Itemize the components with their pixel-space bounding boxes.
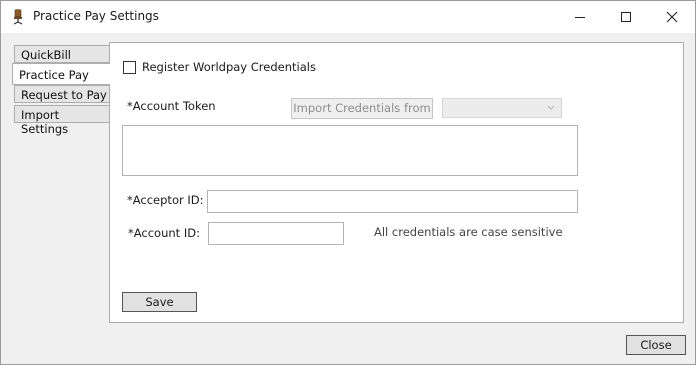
tab-import-settings[interactable]: Import Settings [14, 105, 109, 136]
minimize-button[interactable] [557, 1, 603, 33]
tab-request-to-pay[interactable]: Request to Pay [14, 85, 109, 103]
account-token-label: *Account Token [127, 99, 216, 113]
close-button[interactable]: Close [626, 335, 686, 355]
chair-icon [10, 9, 26, 25]
window-close-button[interactable] [649, 1, 695, 33]
tab-label: Import Settings [21, 108, 69, 136]
practice-pay-panel [109, 42, 684, 323]
import-credentials-button[interactable]: Import Credentials from [291, 98, 433, 119]
save-label: Save [145, 295, 174, 309]
tab-quickbill[interactable]: QuickBill [14, 45, 109, 63]
close-label: Close [640, 338, 672, 352]
close-icon [666, 11, 678, 23]
acceptor-id-label: *Acceptor ID: [127, 193, 204, 207]
account-token-field[interactable] [122, 125, 578, 176]
chevron-down-icon [547, 105, 555, 110]
account-id-field[interactable] [208, 222, 344, 245]
tab-practice-pay[interactable]: Practice Pay [12, 63, 110, 85]
import-source-dropdown[interactable] [442, 98, 562, 118]
practice-pay-settings-window: Practice Pay Settings QuickBill Practice… [0, 0, 696, 365]
window-title: Practice Pay Settings [33, 9, 159, 23]
register-worldpay-checkbox[interactable] [123, 61, 136, 74]
save-button[interactable]: Save [122, 292, 197, 312]
acceptor-id-field[interactable] [207, 190, 578, 213]
maximize-icon [621, 12, 631, 22]
tab-label: QuickBill [21, 48, 71, 62]
title-bar[interactable]: Practice Pay Settings [1, 1, 695, 33]
account-id-label: *Account ID: [128, 226, 200, 240]
register-worldpay-label: Register Worldpay Credentials [142, 60, 316, 74]
import-credentials-label: Import Credentials from [293, 101, 431, 115]
case-sensitive-note: All credentials are case sensitive [374, 225, 563, 239]
tab-label: Practice Pay [19, 68, 89, 82]
minimize-icon [575, 17, 585, 18]
maximize-button[interactable] [603, 1, 649, 33]
tab-label: Request to Pay [21, 88, 107, 102]
